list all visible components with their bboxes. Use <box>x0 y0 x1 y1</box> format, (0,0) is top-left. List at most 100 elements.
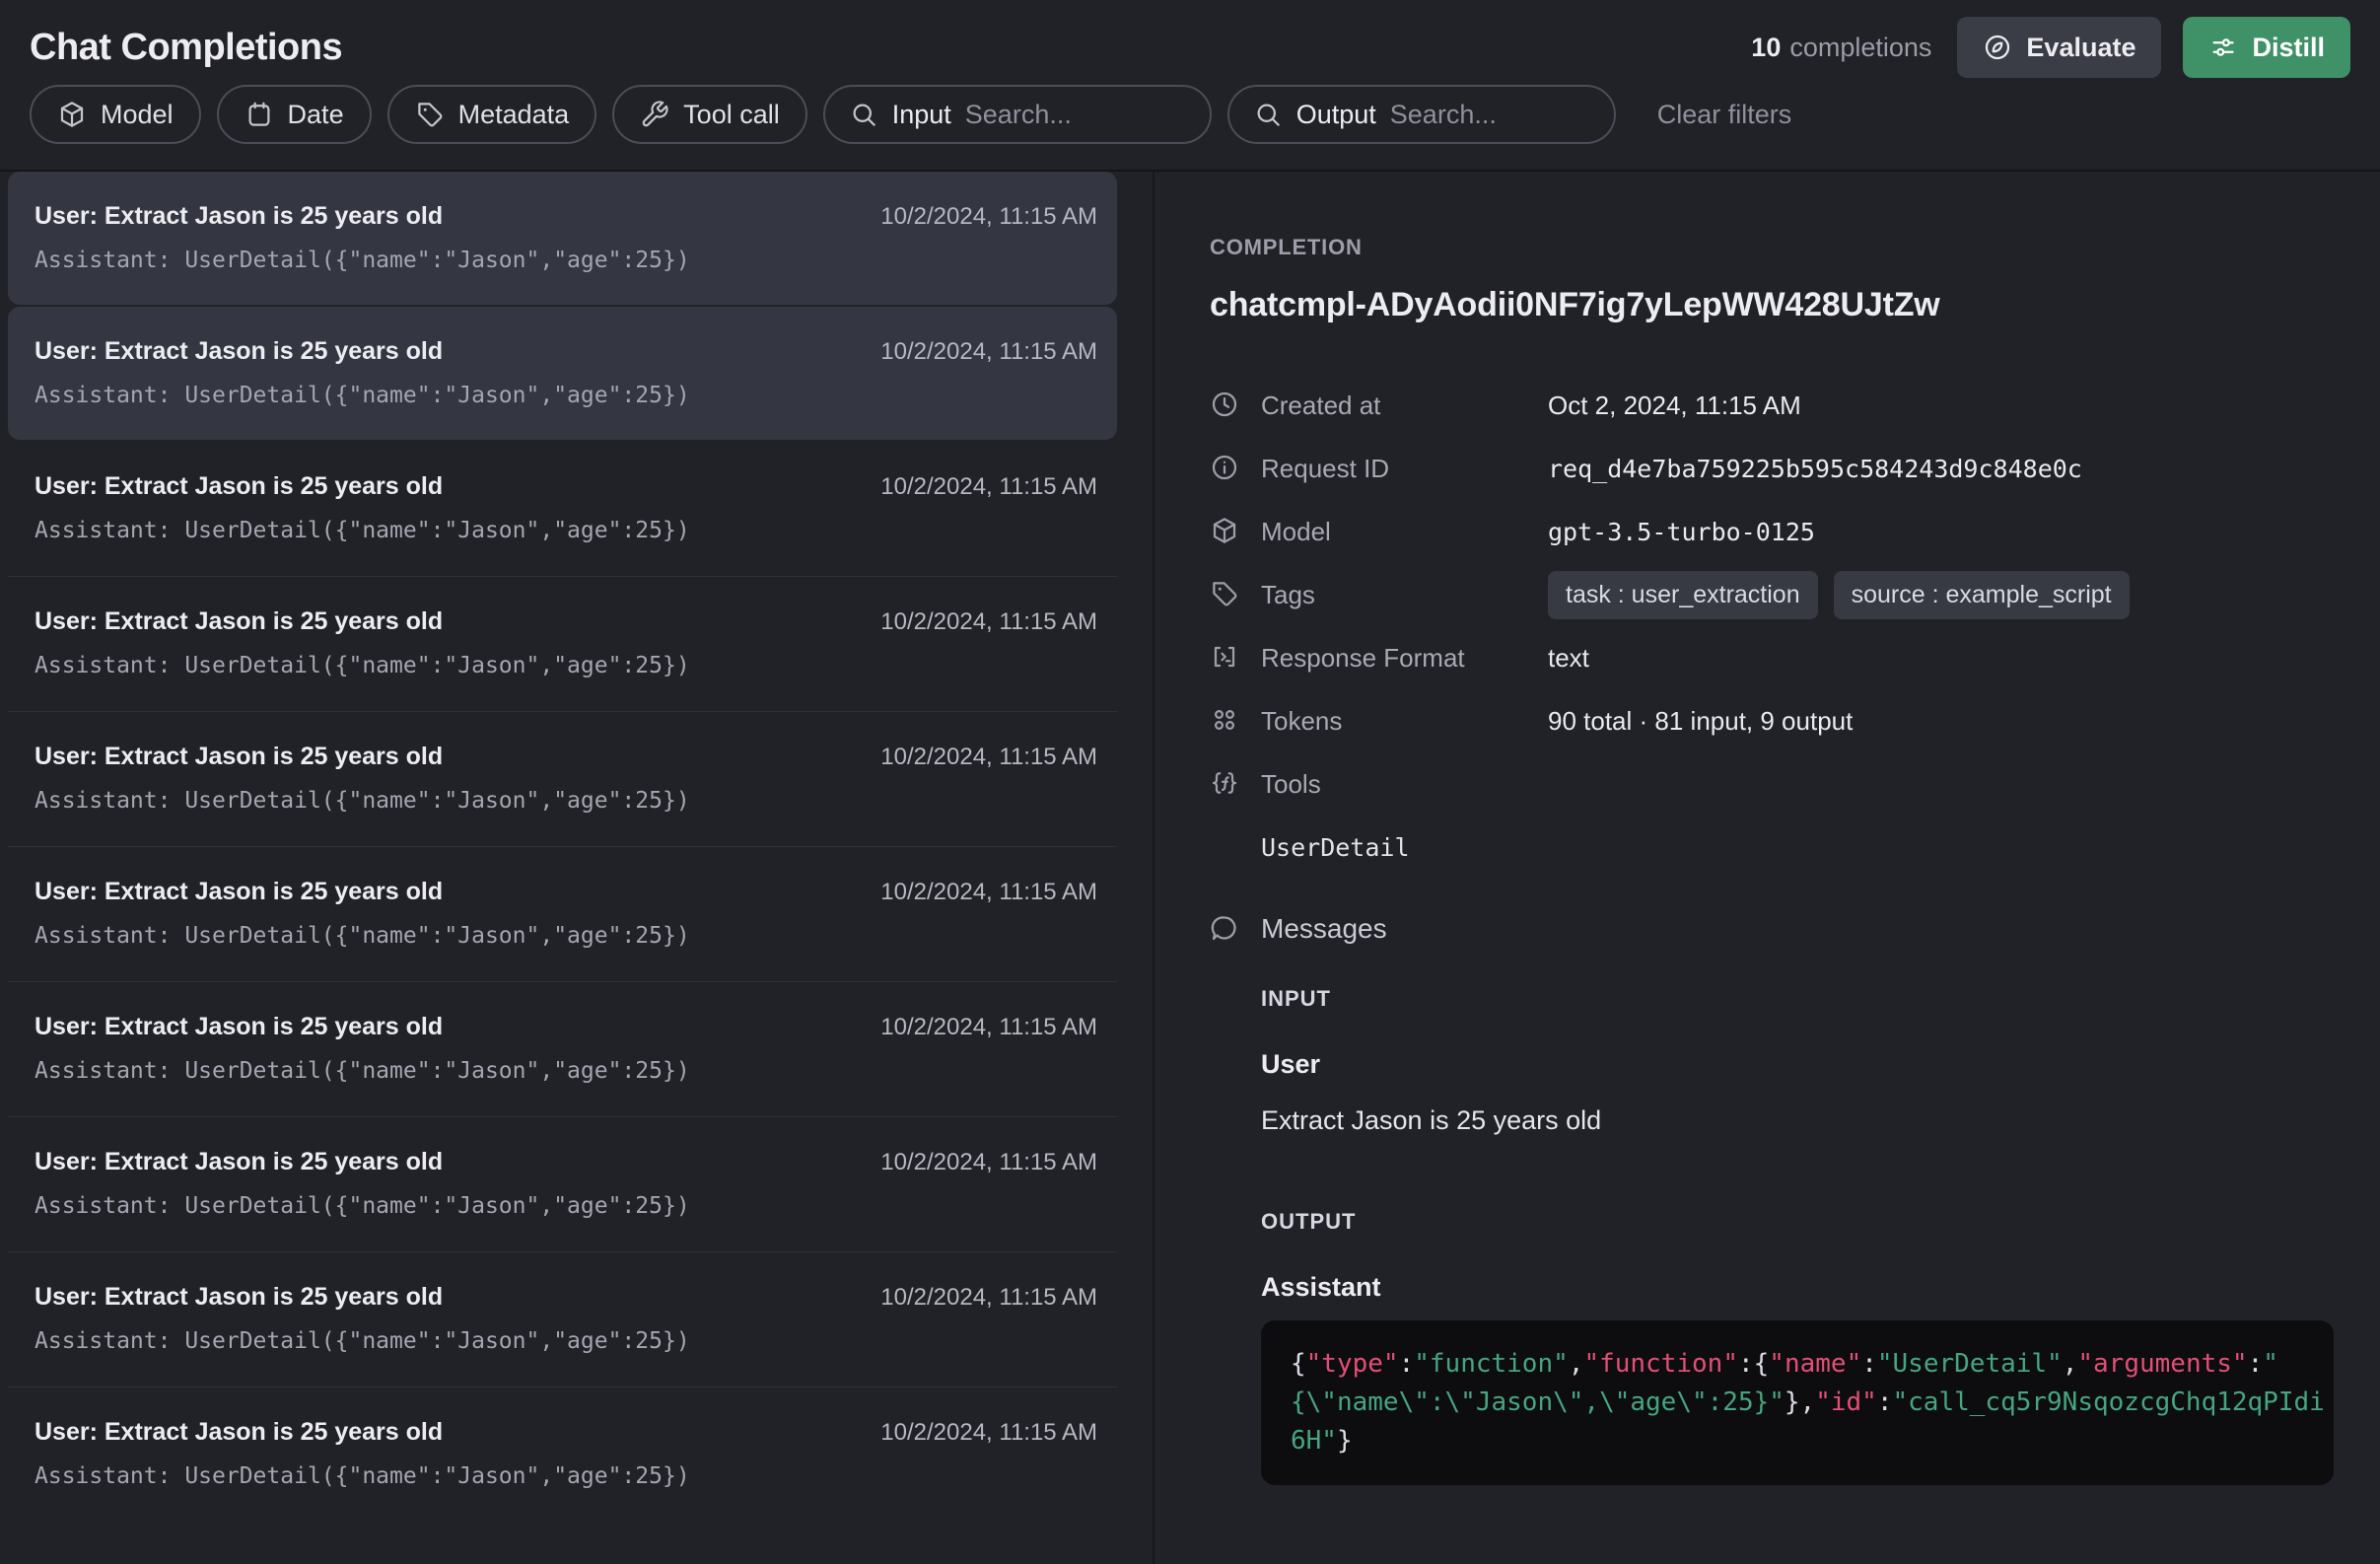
detail-row-request-id: Request IDreq_d4e7ba759225b595c584243d9c… <box>1210 437 2338 500</box>
filter-pill-label: Model <box>101 100 174 130</box>
tag-chip[interactable]: source : example_script <box>1834 571 2130 619</box>
completions-count-label: completions <box>1789 33 1931 62</box>
filter-pill-tool-call[interactable]: Tool call <box>612 85 807 144</box>
list-item-user-text: User: Extract Jason is 25 years old <box>35 1148 443 1176</box>
list-item-assistant-text: Assistant: UserDetail({"name":"Jason","a… <box>35 653 1097 678</box>
sliders-icon <box>2208 33 2238 62</box>
list-item-assistant-text: Assistant: UserDetail({"name":"Jason","a… <box>35 1328 1097 1354</box>
detail-row-label: Created at <box>1261 391 1548 421</box>
list-item-assistant-text: Assistant: UserDetail({"name":"Jason","a… <box>35 1058 1097 1084</box>
list-item-timestamp: 10/2/2024, 11:15 AM <box>880 473 1097 501</box>
completions-list: User: Extract Jason is 25 years old 10/2/… <box>0 172 1155 1564</box>
detail-row-value: Oct 2, 2024, 11:15 AM <box>1548 391 1801 421</box>
chat-completions-page: Chat Completions 10completions Evaluate … <box>0 0 2380 1564</box>
output-message-role: Assistant <box>1261 1272 2338 1303</box>
tag-icon <box>1210 579 1241 610</box>
completion-section-label: COMPLETION <box>1210 235 2338 260</box>
evaluate-button-label: Evaluate <box>2026 33 2135 63</box>
list-item-assistant-text: Assistant: UserDetail({"name":"Jason","a… <box>35 923 1097 949</box>
input-search-field[interactable]: Input <box>823 85 1212 144</box>
clear-filters-button[interactable]: Clear filters <box>1657 100 1792 130</box>
detail-row-tools: Tools <box>1210 752 2338 816</box>
detail-row-value: req_d4e7ba759225b595c584243d9c848e0c <box>1548 455 2082 483</box>
detail-row-label: Tags <box>1261 580 1548 610</box>
completions-count: 10 completions <box>1751 33 1931 63</box>
messages-label: Messages <box>1261 913 1387 945</box>
assistant-tool-call-code: {"type":"function","function":{"name":"U… <box>1261 1320 2334 1485</box>
tokens-icon <box>1210 705 1241 737</box>
input-search-label: Input <box>892 100 951 130</box>
search-icon <box>849 100 878 129</box>
detail-row-label: Request ID <box>1261 454 1548 484</box>
filter-pill-label: Date <box>288 100 344 130</box>
list-item-user-text: User: Extract Jason is 25 years old <box>35 1013 443 1041</box>
output-section-label: OUTPUT <box>1261 1209 2338 1235</box>
list-item[interactable]: User: Extract Jason is 25 years old 10/2/… <box>8 982 1117 1117</box>
info-icon <box>1210 453 1241 484</box>
list-item-user-text: User: Extract Jason is 25 years old <box>35 878 443 906</box>
list-item[interactable]: User: Extract Jason is 25 years old 10/2/… <box>8 442 1117 577</box>
list-item-timestamp: 10/2/2024, 11:15 AM <box>880 608 1097 636</box>
evaluate-button[interactable]: Evaluate <box>1957 17 2161 78</box>
list-item[interactable]: User: Extract Jason is 25 years old 10/2/… <box>8 847 1117 982</box>
input-message-text: Extract Jason is 25 years old <box>1261 1105 2338 1136</box>
tag-icon <box>415 100 445 129</box>
output-search-input[interactable] <box>1390 100 1590 130</box>
detail-row-response-format: Response Formattext <box>1210 626 2338 689</box>
filter-pill-model[interactable]: Model <box>30 85 201 144</box>
output-search-field[interactable]: Output <box>1227 85 1616 144</box>
completions-count-number: 10 <box>1751 33 1781 62</box>
completion-detail-panel: COMPLETION chatcmpl-ADyAodii0NF7ig7yLepW… <box>1155 172 2380 1564</box>
list-item-assistant-text: Assistant: UserDetail({"name":"Jason","a… <box>35 788 1097 814</box>
tag-chip[interactable]: task : user_extraction <box>1548 571 1818 619</box>
input-search-input[interactable] <box>965 100 1186 130</box>
page-title: Chat Completions <box>30 27 342 69</box>
input-section-label: INPUT <box>1261 986 2338 1012</box>
list-item-user-text: User: Extract Jason is 25 years old <box>35 1283 443 1312</box>
detail-row-label: Response Format <box>1261 643 1548 674</box>
filter-pill-date[interactable]: Date <box>217 85 372 144</box>
detail-row-label: Model <box>1261 517 1548 547</box>
compass-icon <box>1983 33 2012 62</box>
search-icon <box>1253 100 1283 129</box>
distill-button[interactable]: Distill <box>2183 17 2350 78</box>
filter-bar: ModelDateMetadataTool call Input Output … <box>30 77 2350 170</box>
wrench-icon <box>640 100 669 129</box>
detail-row-model: Modelgpt-3.5-turbo-0125 <box>1210 500 2338 563</box>
messages-section-header[interactable]: Messages <box>1210 913 2338 945</box>
list-item-timestamp: 10/2/2024, 11:15 AM <box>880 203 1097 231</box>
list-item-assistant-text: Assistant: UserDetail({"name":"Jason","a… <box>35 1463 1097 1489</box>
list-item-user-text: User: Extract Jason is 25 years old <box>35 472 443 501</box>
list-item-user-text: User: Extract Jason is 25 years old <box>35 1418 443 1447</box>
list-item-timestamp: 10/2/2024, 11:15 AM <box>880 338 1097 366</box>
list-item[interactable]: User: Extract Jason is 25 years old 10/2/… <box>8 712 1117 847</box>
list-item-assistant-text: Assistant: UserDetail({"name":"Jason","a… <box>35 248 1097 273</box>
list-item-timestamp: 10/2/2024, 11:15 AM <box>880 1014 1097 1041</box>
tool-name[interactable]: UserDetail <box>1261 833 2338 862</box>
list-item[interactable]: User: Extract Jason is 25 years old10/2/… <box>8 1387 1117 1523</box>
list-item-user-text: User: Extract Jason is 25 years old <box>35 337 443 366</box>
detail-row-label: Tools <box>1261 769 1548 800</box>
list-item[interactable]: User: Extract Jason is 25 years old10/2/… <box>8 1117 1117 1252</box>
filter-pill-label: Tool call <box>683 100 780 130</box>
list-item-user-text: User: Extract Jason is 25 years old <box>35 743 443 771</box>
clock-icon <box>1210 390 1241 421</box>
detail-row-value: text <box>1548 643 1589 674</box>
detail-row-created-at: Created atOct 2, 2024, 11:15 AM <box>1210 374 2338 437</box>
calendar-icon <box>245 100 274 129</box>
list-item[interactable]: User: Extract Jason is 25 years old10/2/… <box>8 577 1117 712</box>
list-item-user-text: User: Extract Jason is 25 years old <box>35 202 443 231</box>
list-item[interactable]: User: Extract Jason is 25 years old 10/2/… <box>8 307 1117 440</box>
list-item[interactable]: User: Extract Jason is 25 years old10/2/… <box>8 1252 1117 1387</box>
list-item-timestamp: 10/2/2024, 11:15 AM <box>880 879 1097 906</box>
chat-bubble-icon <box>1210 913 1241 945</box>
list-item[interactable]: User: Extract Jason is 25 years old 10/2/… <box>8 172 1117 305</box>
detail-row-label: Tokens <box>1261 706 1548 737</box>
list-item-assistant-text: Assistant: UserDetail({"name":"Jason","a… <box>35 1193 1097 1219</box>
list-item-timestamp: 10/2/2024, 11:15 AM <box>880 744 1097 771</box>
tools-icon <box>1210 768 1241 800</box>
distill-button-label: Distill <box>2252 33 2325 63</box>
filter-pill-metadata[interactable]: Metadata <box>387 85 597 144</box>
page-header: Chat Completions 10completions Evaluate … <box>0 0 2380 172</box>
cube-icon <box>57 100 87 129</box>
